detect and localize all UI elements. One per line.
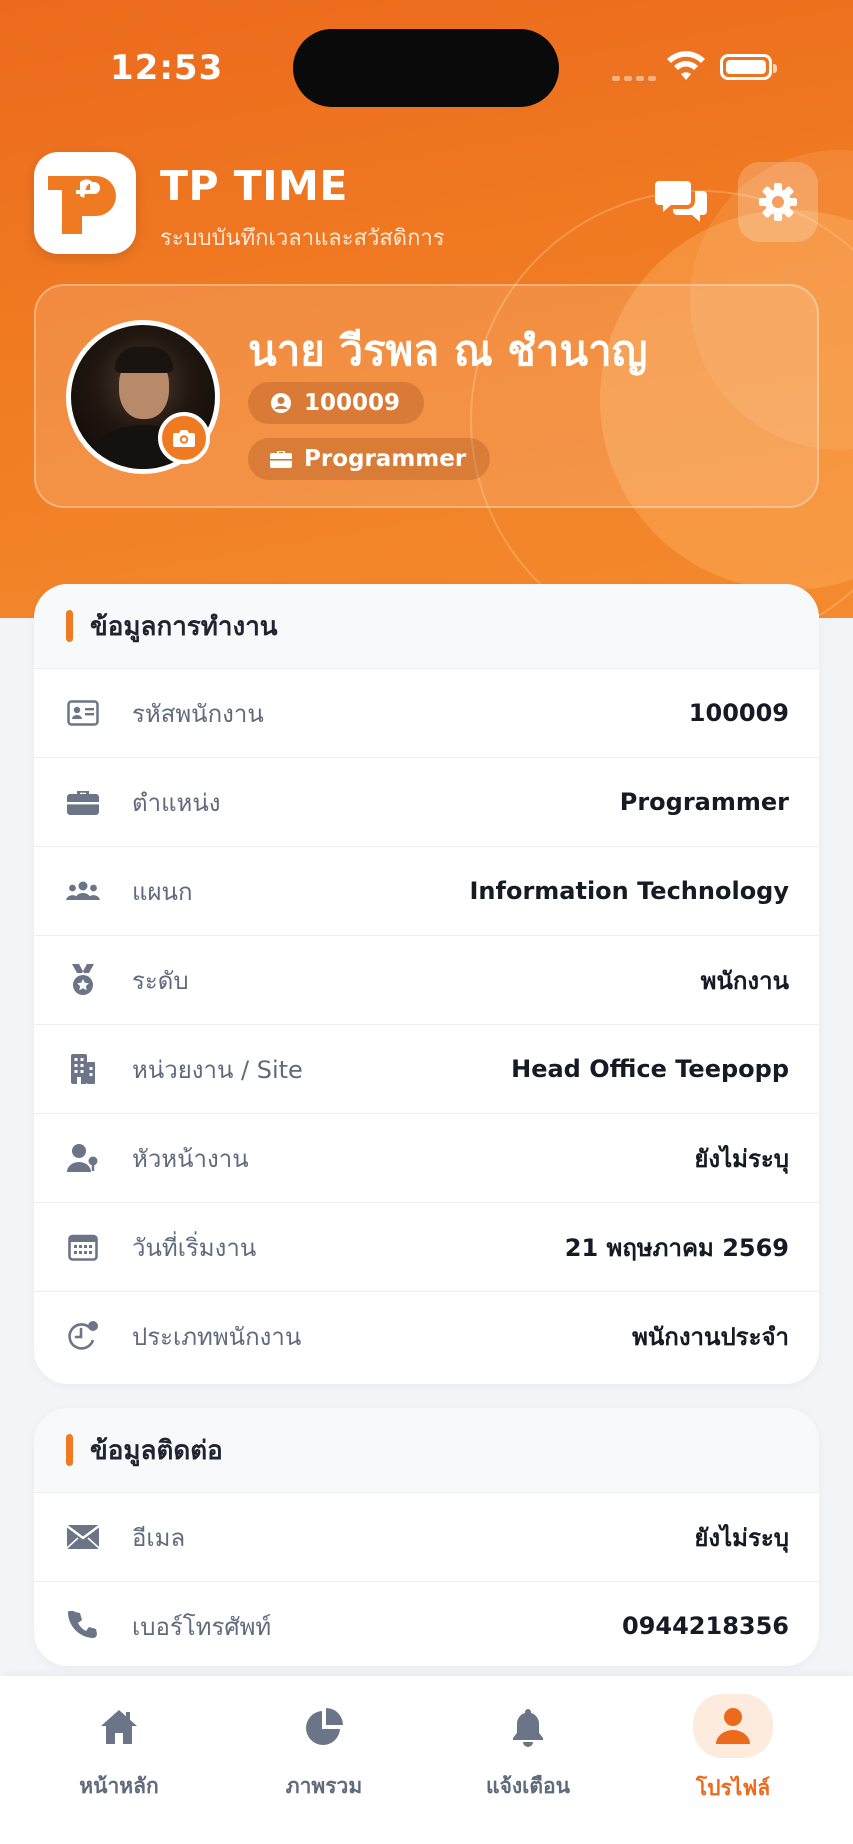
camera-icon bbox=[173, 430, 195, 447]
id-card-icon bbox=[64, 694, 102, 732]
row-value: Head Office Teepopp bbox=[511, 1055, 789, 1083]
work-info-header: ข้อมูลการทำงาน bbox=[34, 584, 819, 668]
position-text: Programmer bbox=[304, 446, 467, 472]
status-bar-time: 12:53 bbox=[110, 48, 224, 88]
home-icon bbox=[80, 1698, 158, 1756]
row-value: ยังไม่ระบุ bbox=[694, 1144, 789, 1173]
info-row-start-date: วันที่เริ่มงาน 21 พฤษภาคม 2569 bbox=[34, 1202, 819, 1291]
chat-button[interactable] bbox=[650, 168, 714, 232]
nav-label: ภาพรวม bbox=[285, 1774, 363, 1798]
nav-item-overview[interactable]: ภาพรวม bbox=[244, 1694, 404, 1824]
section-accent-bar bbox=[66, 1434, 73, 1466]
info-row-department: แผนก Information Technology bbox=[34, 846, 819, 935]
clock-badge-icon bbox=[64, 1317, 102, 1355]
briefcase-icon bbox=[270, 451, 292, 468]
section-title: ข้อมูลติดต่อ bbox=[90, 1435, 223, 1466]
employee-id-chip: 100009 bbox=[248, 382, 425, 424]
row-value: พนักงานประจำ bbox=[632, 1322, 789, 1351]
app-subtitle: ระบบบันทึกเวลาและสวัสดิการ bbox=[160, 226, 445, 251]
briefcase-icon bbox=[64, 783, 102, 821]
envelope-icon bbox=[64, 1518, 102, 1556]
row-value: พนักงาน bbox=[700, 966, 789, 995]
building-icon bbox=[64, 1050, 102, 1088]
bottom-navigation: หน้าหลัก ภาพรวม แจ้งเตือน โปรไฟล์ bbox=[0, 1676, 853, 1844]
employee-id-text: 100009 bbox=[304, 390, 401, 416]
user-tie-icon bbox=[64, 1139, 102, 1177]
wifi-icon bbox=[667, 51, 705, 80]
change-photo-button[interactable] bbox=[158, 412, 210, 464]
dynamic-island bbox=[293, 29, 559, 107]
row-value: Programmer bbox=[619, 788, 789, 816]
row-value: Information Technology bbox=[469, 877, 790, 905]
info-row-employee-id: รหัสพนักงาน 100009 bbox=[34, 668, 819, 757]
user-icon bbox=[693, 1694, 773, 1758]
calendar-icon bbox=[64, 1228, 102, 1266]
row-label: เบอร์โทรศัพท์ bbox=[132, 1612, 272, 1641]
pie-chart-icon bbox=[285, 1698, 363, 1756]
row-label: แผนก bbox=[132, 877, 193, 906]
medal-icon bbox=[64, 961, 102, 999]
row-label: หัวหน้างาน bbox=[132, 1144, 249, 1173]
cellular-signal-icon bbox=[612, 76, 656, 81]
row-value: 0944218356 bbox=[622, 1612, 789, 1640]
row-label: วันที่เริ่มงาน bbox=[132, 1233, 257, 1262]
settings-button[interactable] bbox=[738, 162, 818, 242]
nav-label: หน้าหลัก bbox=[79, 1774, 159, 1798]
info-row-level: ระดับ พนักงาน bbox=[34, 935, 819, 1024]
section-title: ข้อมูลการทำงาน bbox=[90, 611, 278, 642]
nav-label: โปรไฟล์ bbox=[695, 1776, 771, 1800]
row-label: หน่วยงาน / Site bbox=[132, 1055, 303, 1084]
work-info-card: ข้อมูลการทำงาน รหัสพนักงาน 100009 ตำแหน่… bbox=[34, 584, 819, 1384]
row-label: รหัสพนักงาน bbox=[132, 699, 264, 728]
row-label: อีเมล bbox=[132, 1523, 186, 1552]
chat-bubbles-icon bbox=[655, 181, 707, 222]
phone-icon bbox=[64, 1607, 102, 1645]
section-accent-bar bbox=[66, 610, 73, 642]
info-row-phone: เบอร์โทรศัพท์ 0944218356 bbox=[34, 1581, 819, 1666]
contact-info-card: ข้อมูลติดต่อ อีเมล ยังไม่ระบุ เบอร์โทรศั… bbox=[34, 1408, 819, 1666]
user-circle-icon bbox=[271, 393, 291, 413]
nav-label: แจ้งเตือน bbox=[486, 1774, 570, 1798]
info-row-site: หน่วยงาน / Site Head Office Teepopp bbox=[34, 1024, 819, 1113]
profile-name: นาย วีรพล ณ ชำนาญ bbox=[248, 326, 648, 375]
info-row-employee-type: ประเภทพนักงาน พนักงานประจำ bbox=[34, 1291, 819, 1380]
info-row-email: อีเมล ยังไม่ระบุ bbox=[34, 1492, 819, 1581]
info-row-supervisor: หัวหน้างาน ยังไม่ระบุ bbox=[34, 1113, 819, 1202]
bell-icon bbox=[489, 1698, 567, 1756]
contact-info-header: ข้อมูลติดต่อ bbox=[34, 1408, 819, 1492]
row-value: 100009 bbox=[688, 699, 789, 727]
row-label: ตำแหน่ง bbox=[132, 788, 221, 817]
position-chip: Programmer bbox=[248, 438, 491, 480]
app-logo bbox=[34, 152, 136, 254]
info-row-position: ตำแหน่ง Programmer bbox=[34, 757, 819, 846]
nav-item-home[interactable]: หน้าหลัก bbox=[39, 1694, 199, 1824]
row-label: ประเภทพนักงาน bbox=[132, 1322, 302, 1351]
gear-icon bbox=[759, 183, 797, 221]
battery-icon bbox=[720, 54, 777, 80]
users-icon bbox=[64, 872, 102, 910]
row-value: 21 พฤษภาคม 2569 bbox=[564, 1233, 789, 1262]
row-value: ยังไม่ระบุ bbox=[694, 1523, 789, 1552]
nav-item-profile[interactable]: โปรไฟล์ bbox=[653, 1694, 813, 1824]
logo-mark-icon bbox=[48, 176, 116, 234]
app-title: TP TIME bbox=[160, 162, 348, 210]
row-label: ระดับ bbox=[132, 966, 189, 995]
nav-item-notifications[interactable]: แจ้งเตือน bbox=[448, 1694, 608, 1824]
